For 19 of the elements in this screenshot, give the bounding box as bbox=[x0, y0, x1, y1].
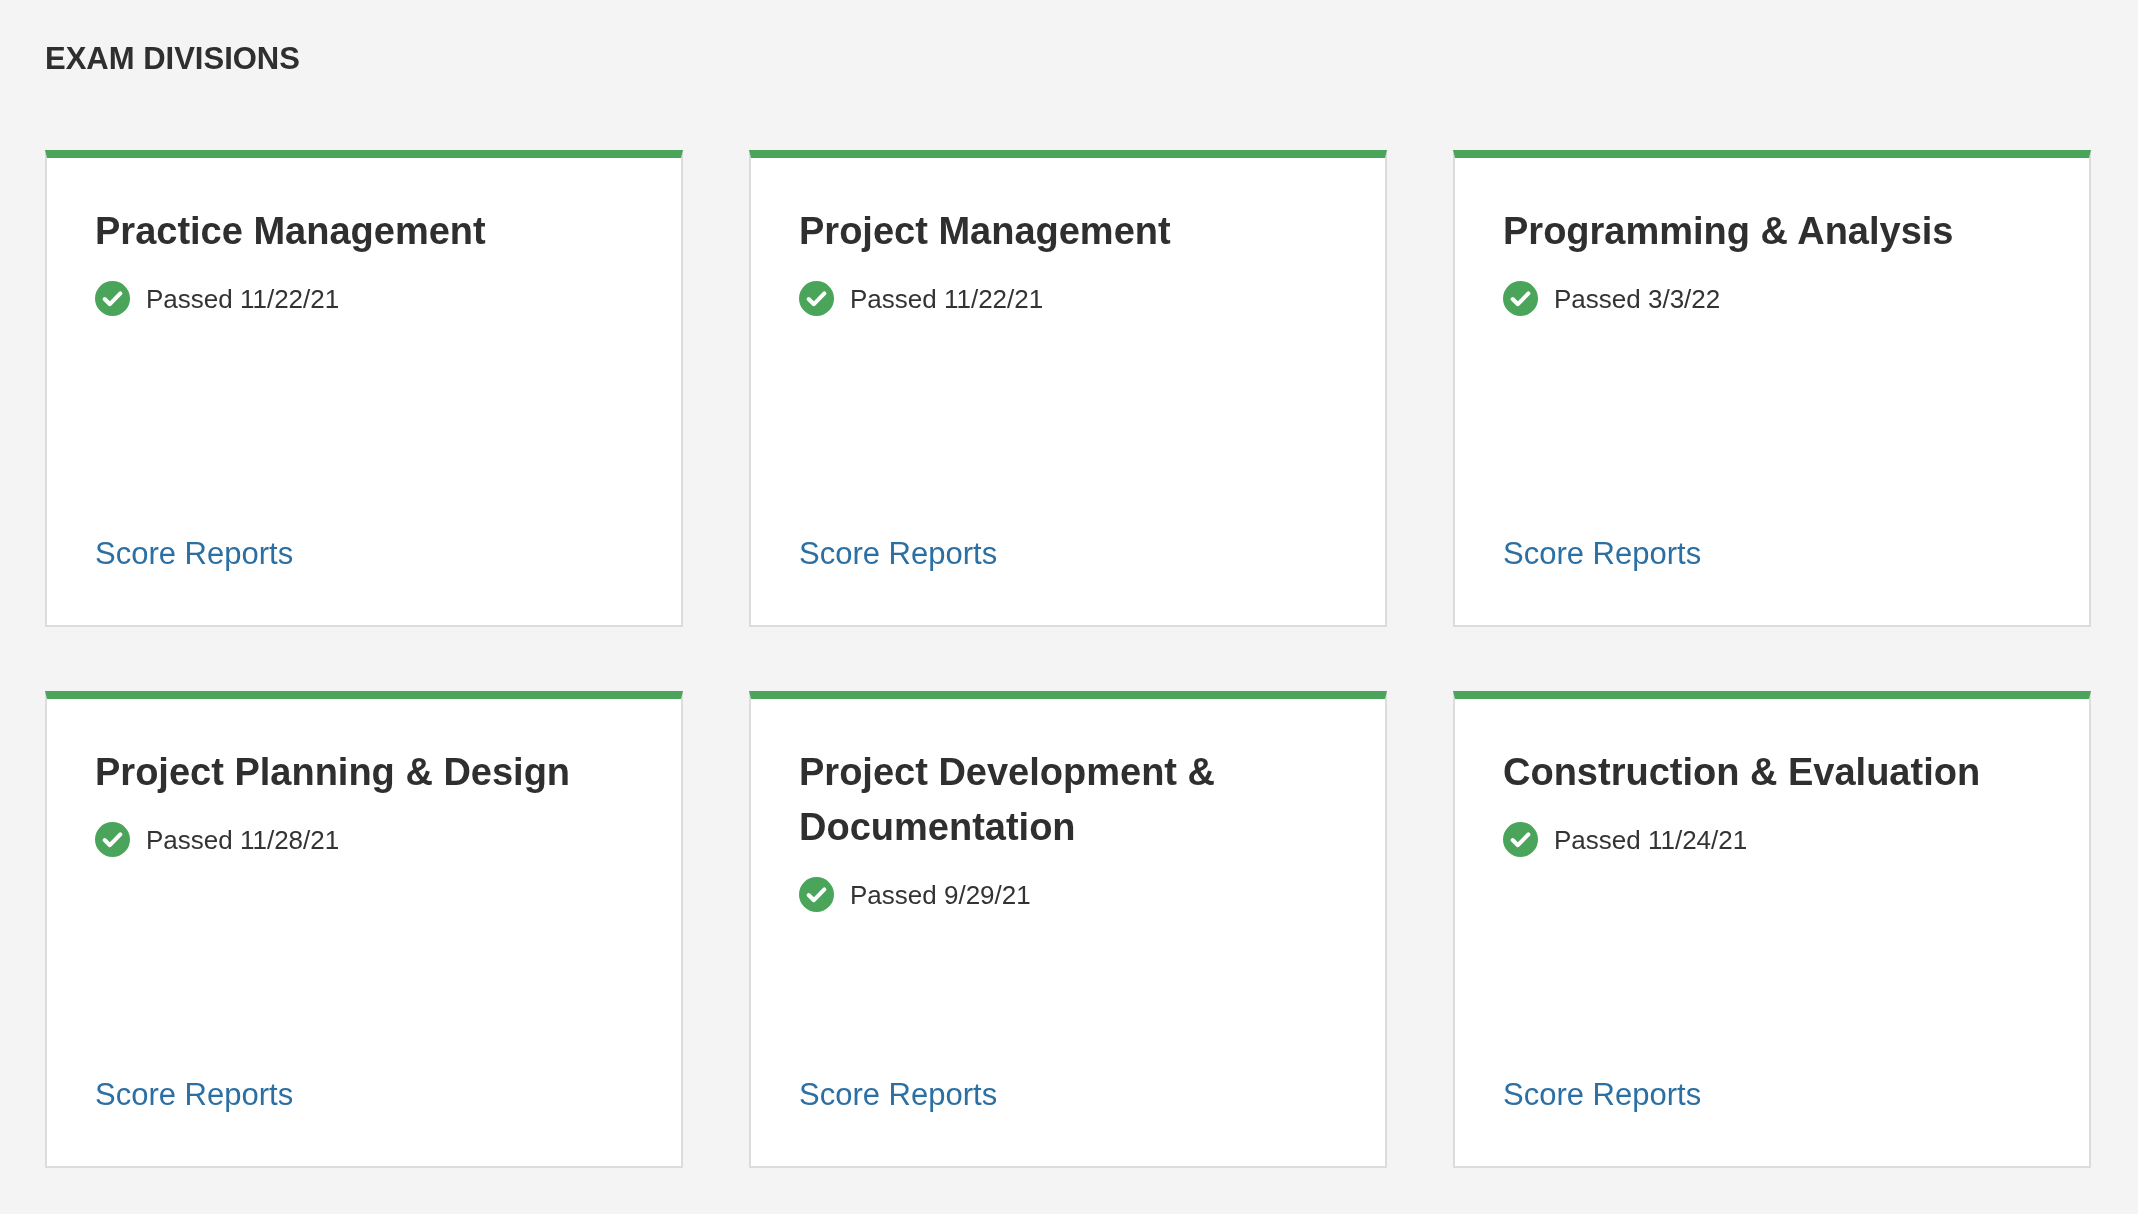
status-text: Passed 11/28/21 bbox=[146, 823, 340, 857]
status-text: Passed 11/22/21 bbox=[146, 282, 340, 316]
status-text: Passed 3/3/22 bbox=[1554, 282, 1721, 316]
score-reports-link[interactable]: Score Reports bbox=[95, 1076, 294, 1114]
division-title: Project Development & Documentation bbox=[799, 750, 1216, 850]
section-heading: EXAM DIVISIONS bbox=[45, 40, 300, 78]
status-text: Passed 11/22/21 bbox=[850, 282, 1044, 316]
division-title: Programming & Analysis bbox=[1503, 209, 1954, 254]
division-title: Project Management bbox=[799, 209, 1171, 254]
score-reports-link[interactable]: Score Reports bbox=[799, 1076, 998, 1114]
status-text: Passed 9/29/21 bbox=[850, 878, 1031, 912]
score-reports-link[interactable]: Score Reports bbox=[95, 535, 294, 573]
division-title: Construction & Evaluation bbox=[1503, 750, 1981, 795]
score-reports-link[interactable]: Score Reports bbox=[1503, 535, 1702, 573]
score-reports-link[interactable]: Score Reports bbox=[1503, 1076, 1702, 1114]
status-text: Passed 11/24/21 bbox=[1554, 823, 1748, 857]
division-title: Practice Management bbox=[95, 209, 486, 254]
division-title: Project Planning & Design bbox=[95, 750, 571, 795]
score-reports-link[interactable]: Score Reports bbox=[799, 535, 998, 573]
